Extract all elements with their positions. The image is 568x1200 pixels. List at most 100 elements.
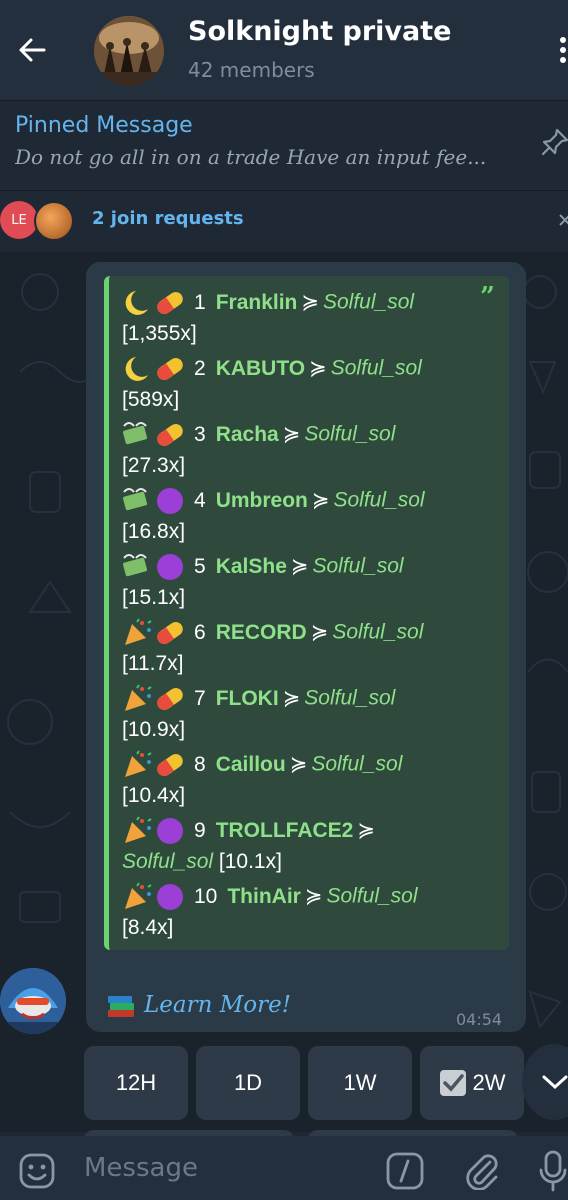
entry-token[interactable]: TROLLFACE2	[216, 819, 354, 842]
pinned-label: Pinned Message	[15, 113, 193, 138]
entry-caller[interactable]: Solful_sol	[311, 753, 402, 776]
arrow-left-icon	[19, 38, 46, 62]
entry-caller[interactable]: Solful_sol	[122, 850, 213, 873]
emoji-icon[interactable]	[18, 1152, 56, 1190]
slash-command-icon[interactable]	[386, 1152, 424, 1190]
moon-pill-icon	[125, 357, 183, 381]
chevron-down-icon	[542, 1075, 568, 1090]
entry-rank: 7	[194, 686, 206, 710]
keyboard-button-2w[interactable]: 2W	[420, 1046, 524, 1120]
entry-caller[interactable]: Solful_sol	[304, 687, 395, 710]
avatar: LE	[0, 201, 38, 239]
entry-caller[interactable]: Solful_sol	[313, 555, 404, 578]
entry-arrow: ≽	[304, 884, 323, 908]
entry-token[interactable]: KABUTO	[216, 357, 305, 380]
entry-caller[interactable]: Solful_sol	[304, 423, 395, 446]
entry-rank: 4	[194, 488, 206, 512]
avatar	[34, 201, 74, 241]
keyboard-button-label: 12H	[115, 1070, 157, 1095]
pinned-text: Do not go all in on a trade Have an inpu…	[15, 145, 487, 169]
leaderboard-entry: 5 KalShe ≽ Solful_sol	[122, 552, 404, 582]
entry-token[interactable]: ThinAir	[227, 885, 301, 908]
moon-pill-icon	[125, 291, 183, 315]
entry-multiplier: Solful_sol [10.1x]	[122, 850, 282, 874]
entry-caller[interactable]: Solful_sol	[323, 291, 414, 314]
entry-token[interactable]: Caillou	[216, 753, 286, 776]
entry-rank: 2	[194, 356, 206, 380]
entry-arrow: ≽	[289, 752, 308, 776]
entry-arrow: ≽	[282, 686, 301, 710]
entry-arrow: ≽	[310, 620, 329, 644]
party-pill-icon	[125, 750, 183, 777]
party-pill-icon	[125, 618, 183, 645]
join-requests-bar[interactable]: LE 2 join requests	[0, 190, 568, 252]
entry-multiplier: [15.1x]	[122, 586, 186, 609]
entry-caller[interactable]: Solful_sol	[326, 885, 417, 908]
entry-caller[interactable]: Solful_sol	[333, 489, 424, 512]
leaderboard-entry: 8 Caillou ≽ Solful_sol	[122, 750, 402, 780]
keyboard-button-label: 1D	[233, 1070, 263, 1095]
money-circle-icon	[123, 554, 183, 580]
party-circle-icon	[125, 816, 183, 844]
entry-arrow: ≽	[357, 818, 375, 842]
party-circle-icon	[125, 882, 183, 910]
entry-caller[interactable]: Solful_sol	[331, 357, 422, 380]
more-vertical-icon	[560, 37, 566, 63]
leaderboard-entry: 6 RECORD ≽ Solful_sol	[122, 618, 423, 648]
entry-multiplier: [16.8x]	[122, 520, 186, 543]
entry-token[interactable]: KalShe	[216, 555, 287, 578]
entry-multiplier: [10.9x]	[122, 718, 186, 741]
microphone-icon[interactable]	[538, 1150, 568, 1192]
entry-multiplier: [11.7x]	[122, 652, 184, 675]
entry-multiplier: [8.4x]	[122, 916, 174, 939]
entry-multiplier: [10.4x]	[122, 784, 186, 807]
entry-rank: 1	[194, 290, 206, 314]
message-time: 04:54	[456, 1010, 503, 1029]
avatar[interactable]	[0, 968, 66, 1034]
entry-multiplier: [1,355x]	[122, 322, 197, 345]
pinned-message-bar[interactable]: Pinned Message Do not go all in on a tra…	[0, 100, 568, 190]
entry-token[interactable]: FLOKI	[216, 687, 279, 710]
books-icon	[108, 996, 134, 1017]
entry-arrow: ≽	[290, 554, 309, 578]
quote-icon: ”	[480, 282, 495, 312]
pin-icon[interactable]	[540, 127, 568, 157]
message-input[interactable]	[84, 1148, 364, 1188]
money-circle-icon	[123, 488, 183, 514]
entry-multiplier: [589x]	[122, 388, 180, 411]
leaderboard-entry: 4 Umbreon ≽ Solful_sol	[122, 486, 425, 516]
keyboard-button-1w[interactable]: 1W	[308, 1046, 412, 1120]
chat-title[interactable]: Solknight private	[188, 16, 451, 47]
paperclip-icon[interactable]	[462, 1150, 502, 1190]
leaderboard-entry: 9 TROLLFACE2 ≽	[122, 816, 379, 846]
entry-arrow: ≽	[309, 356, 327, 380]
join-requests-label: 2 join requests	[92, 208, 244, 229]
entry-rank: 10	[194, 884, 218, 908]
back-button[interactable]	[12, 28, 52, 72]
entry-multiplier: [27.3x]	[122, 454, 186, 477]
more-button[interactable]	[544, 30, 568, 70]
learn-more-link[interactable]: Learn More!	[144, 992, 291, 1018]
entry-arrow: ≽	[282, 422, 301, 446]
keyboard-button-label: 2W	[472, 1070, 506, 1095]
chat-avatar[interactable]	[94, 16, 164, 86]
entry-token[interactable]: Franklin	[216, 291, 298, 314]
entry-rank: 9	[194, 818, 206, 842]
entry-caller[interactable]: Solful_sol	[332, 621, 423, 644]
leaderboard-entry: 7 FLOKI ≽ Solful_sol	[122, 684, 395, 714]
check-box-icon	[439, 1070, 466, 1096]
leaderboard-entry: 3 Racha ≽ Solful_sol	[122, 420, 395, 450]
leaderboard-entry: 2 KABUTO ≽ Solful_sol	[122, 354, 422, 384]
leaderboard-entry: 1 Franklin ≽ Solful_sol	[122, 288, 414, 318]
money-pill-icon	[123, 422, 183, 447]
entry-multiplier-value: [10.1x]	[218, 850, 282, 873]
keyboard-button-1d[interactable]: 1D	[196, 1046, 300, 1120]
keyboard-button-12h[interactable]: 12H	[84, 1046, 188, 1120]
entry-token[interactable]: RECORD	[216, 621, 307, 644]
entry-rank: 3	[194, 422, 206, 446]
entry-rank: 5	[194, 554, 206, 578]
member-count: 42 members	[188, 58, 315, 82]
entry-token[interactable]: Umbreon	[216, 489, 308, 512]
close-icon[interactable]	[558, 211, 568, 231]
entry-token[interactable]: Racha	[216, 423, 279, 446]
